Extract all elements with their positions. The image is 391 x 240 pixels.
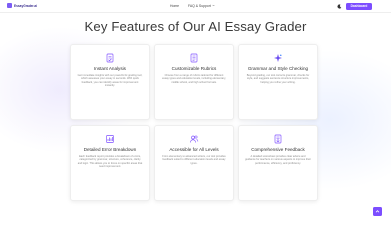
feature-title: Grammar and Style Checking [247,66,309,71]
document-check-icon [106,53,114,63]
logo[interactable]: EssayGrader.ai [7,3,37,8]
feature-title: Comprehensive Feedback [251,147,305,152]
document-list-icon [190,53,198,63]
chevron-up-icon [375,210,380,213]
feature-title: Detailed Error Breakdown [83,147,137,152]
chart-analysis-icon [106,135,114,143]
feature-title: Accessible for All Levels [169,147,219,152]
page-title: Key Features of Our AI Essay Grader [84,19,307,34]
logo-text: EssayGrader.ai [14,3,38,8]
users-icon [189,135,199,143]
feature-title: Customizable Rubrics [171,66,217,71]
chevron-down-icon [212,4,215,7]
feature-card-customizable-rubrics: Customizable Rubrics Choose from a range… [154,44,234,120]
feature-card-error-breakdown: Detailed Error Breakdown Each feedback r… [70,125,150,201]
scroll-to-top-button[interactable] [373,207,382,216]
feature-description: From elementary to advanced writers, our… [162,154,226,165]
nav-home-link[interactable]: Home [170,4,179,8]
theme-toggle-button[interactable] [336,3,342,9]
feature-card-grammar-style: Grammar and Style Checking Beyond gradin… [238,44,318,120]
feedback-document-icon [274,134,282,144]
sparkle-icon [274,54,282,62]
top-nav: EssayGrader.ai Home FAQ & Support Dashbo… [0,0,391,13]
feature-title: Instant Analysis [94,66,126,71]
nav-faq-label: FAQ & Support [188,3,211,8]
feature-description: Get immediate insights with our powerful… [77,73,143,88]
dashboard-button[interactable]: Dashboard [346,2,372,10]
feature-description: Beyond grading, our tool corrects gramma… [246,73,310,84]
logo-mark-icon [7,3,12,8]
feature-card-comprehensive-feedback: Comprehensive Feedback A detailed scores… [238,125,318,201]
feature-description: Each feedback report provides a breakdow… [77,154,143,169]
feature-description: Choose from a range of rubrics tailored … [162,73,226,84]
feature-card-accessible-levels: Accessible for All Levels From elementar… [154,125,234,201]
feature-description: A detailed scoresheet provides clear adv… [245,154,311,165]
nav-faq-link[interactable]: FAQ & Support [188,4,215,8]
moon-icon [337,3,341,8]
feature-card-instant-analysis: Instant Analysis Get immediate insights … [70,44,150,120]
